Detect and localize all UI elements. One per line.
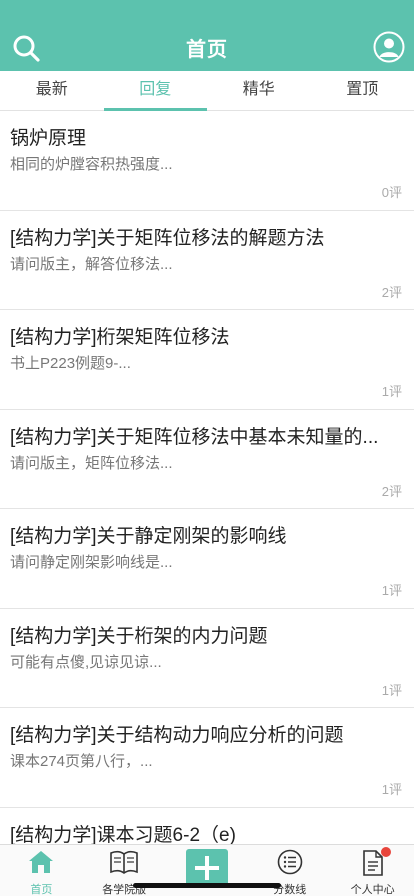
bottom-tab-bar: 首页 各学院版 分数线 个人中心 xyxy=(0,844,414,896)
tabbar-item-home[interactable]: 首页 xyxy=(0,845,83,896)
list-item[interactable]: [结构力学]关于矩阵位移法中基本未知量的... 请问版主，矩阵位移法... 2评 xyxy=(0,409,414,509)
post-snippet: 书上P223例题9-... xyxy=(10,355,131,372)
post-snippet: 可能有点傻,见谅见谅... xyxy=(10,653,162,671)
post-title: [结构力学]关于桁架的内力问题 xyxy=(10,625,268,647)
home-icon xyxy=(29,851,54,873)
plus-icon xyxy=(185,849,228,887)
user-avatar-icon[interactable] xyxy=(373,31,405,63)
comment-count: 1评 xyxy=(381,782,402,797)
post-snippet: 请问版主，解答位移法... xyxy=(10,255,173,273)
post-title: 锅炉原理 xyxy=(10,128,87,149)
book-icon xyxy=(110,850,138,874)
home-indicator xyxy=(133,883,281,888)
tabbar-label: 首页 xyxy=(30,884,53,896)
post-title: [结构力学]关于矩阵位移法的解题方法 xyxy=(10,227,325,249)
post-snippet: 请问版主，矩阵位移法... xyxy=(10,454,173,472)
tabbar-label: 个人中心 xyxy=(350,884,395,896)
list-item[interactable]: [结构力学]桁架矩阵位移法 书上P223例题9-... 1评 xyxy=(0,310,414,410)
comment-count: 2评 xyxy=(381,284,402,300)
post-snippet: 相同的炉膛容积热强度... xyxy=(10,156,173,173)
post-title: [结构力学]关于静定刚架的影响线 xyxy=(10,526,287,547)
post-title: [结构力学]桁架矩阵位移法 xyxy=(10,327,230,348)
post-list: 锅炉原理 相同的炉膛容积热强度... 0评 [结构力学]关于矩阵位移法的解题方法… xyxy=(0,111,414,896)
notification-badge xyxy=(381,847,392,857)
tab-pinned[interactable]: 置顶 xyxy=(311,71,414,110)
tabbar-item-profile[interactable]: 个人中心 xyxy=(331,845,414,896)
comment-count: 1评 xyxy=(381,384,402,399)
tabbar-item-colleges[interactable]: 各学院版 xyxy=(83,845,166,896)
post-title: [结构力学]关于结构动力响应分析的问题 xyxy=(10,725,344,746)
list-item[interactable]: [结构力学]关于桁架的内力问题 可能有点傻,见谅见谅... 1评 xyxy=(0,608,414,708)
category-tabs: 最新 回复 精华 置顶 xyxy=(0,71,414,111)
list-item[interactable]: [结构力学]关于结构动力响应分析的问题 课本274页第八行，... 1评 xyxy=(0,708,414,808)
post-title: [结构力学]关于矩阵位移法中基本未知量的... xyxy=(10,426,379,448)
list-icon xyxy=(277,849,303,875)
top-app-bar: 首页 xyxy=(0,0,414,71)
tabbar-item-new-post[interactable] xyxy=(166,845,249,896)
comment-count: 2评 xyxy=(381,483,402,499)
comment-count: 0评 xyxy=(381,185,402,200)
tabbar-item-scores[interactable]: 分数线 xyxy=(248,845,331,896)
comment-count: 1评 xyxy=(381,682,402,698)
tab-latest[interactable]: 最新 xyxy=(0,71,104,110)
list-item[interactable]: 锅炉原理 相同的炉膛容积热强度... 0评 xyxy=(0,111,414,211)
tab-featured[interactable]: 精华 xyxy=(207,71,311,110)
tab-replies[interactable]: 回复 xyxy=(103,71,208,111)
list-item[interactable]: [结构力学]关于矩阵位移法的解题方法 请问版主，解答位移法... 2评 xyxy=(0,210,414,310)
page-title: 首页 xyxy=(186,39,228,61)
post-snippet: 请问静定刚架影响线是... xyxy=(10,554,173,571)
comment-count: 1评 xyxy=(381,583,402,598)
list-item[interactable]: [结构力学]关于静定刚架的影响线 请问静定刚架影响线是... 1评 xyxy=(0,509,414,609)
post-title: [结构力学]课本习题6-2（e) xyxy=(10,824,236,846)
post-snippet: 课本274页第八行，... xyxy=(10,753,153,770)
